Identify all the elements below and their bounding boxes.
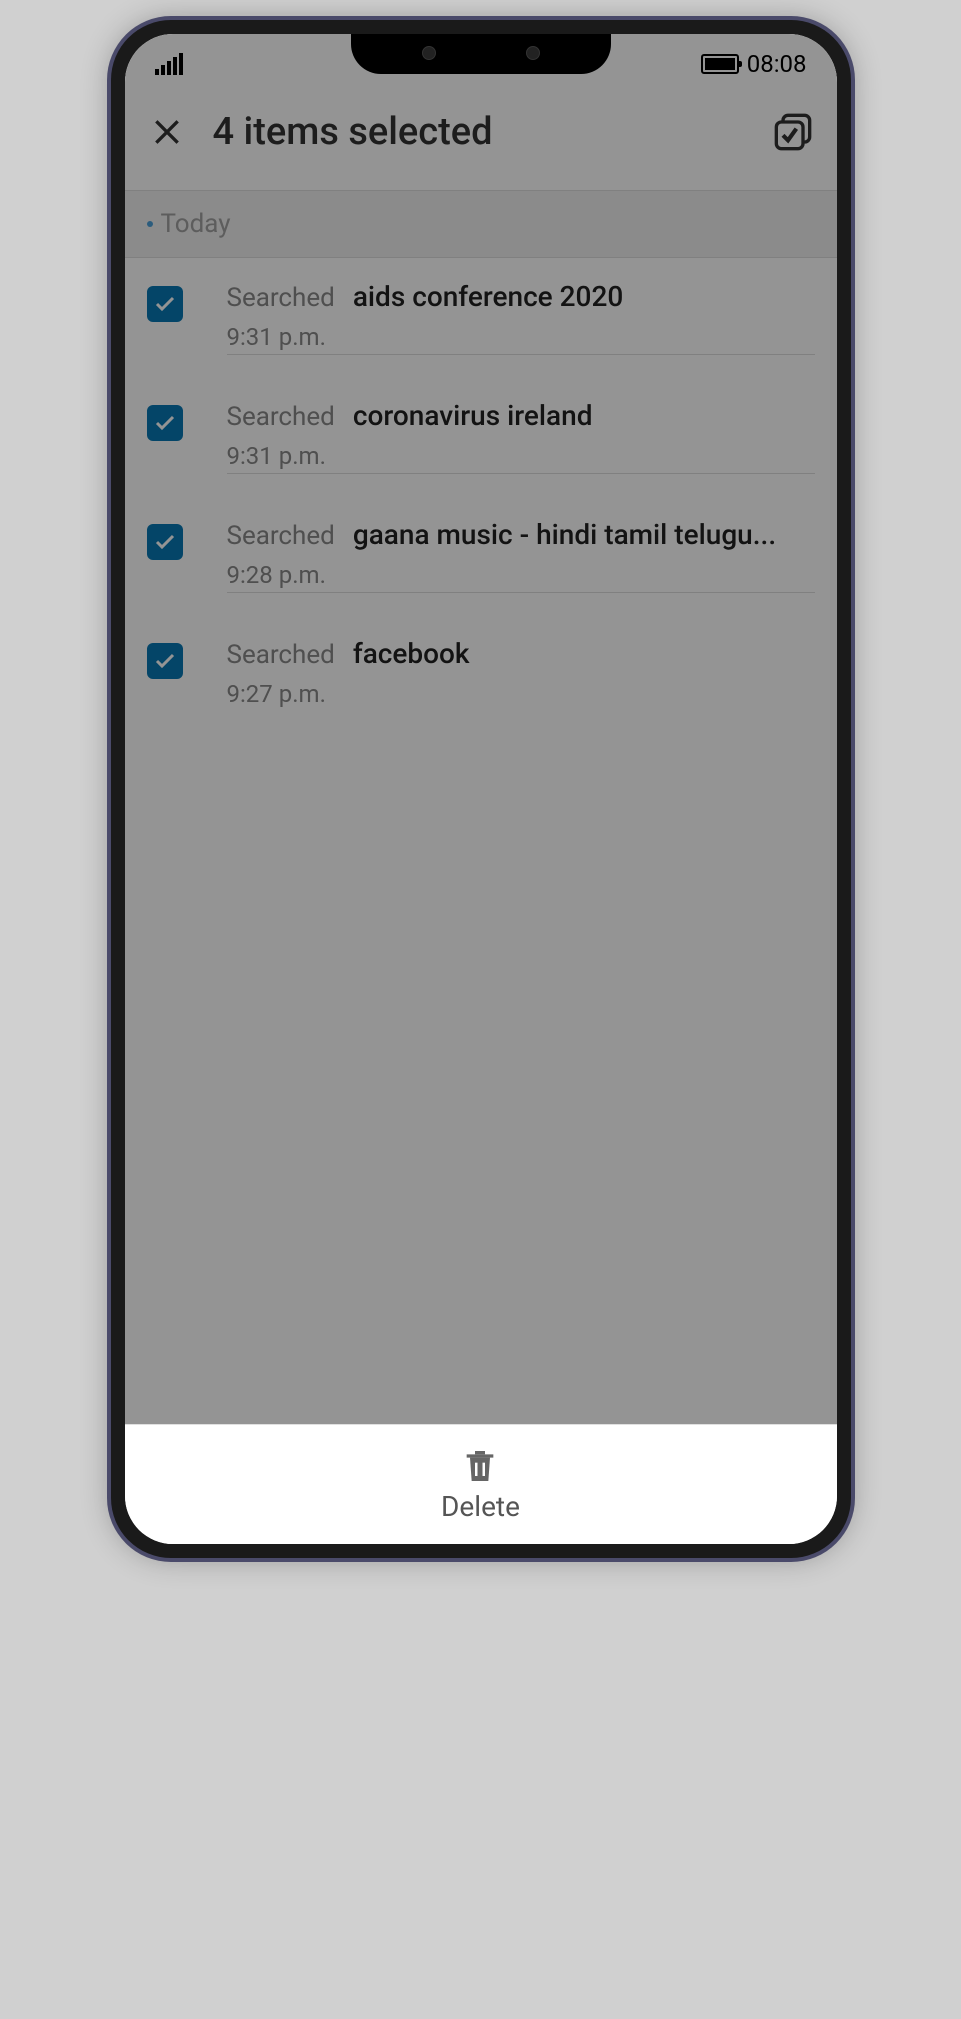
signal-icon xyxy=(155,53,183,75)
delete-button[interactable]: Delete xyxy=(441,1446,520,1523)
item-time: 9:31 p.m. xyxy=(227,323,815,351)
item-query: aids conference 2020 xyxy=(353,280,815,313)
close-icon[interactable] xyxy=(149,114,185,150)
checkbox[interactable] xyxy=(147,286,183,322)
item-query: facebook xyxy=(353,637,815,670)
item-time: 9:31 p.m. xyxy=(227,442,815,470)
sensor-dot xyxy=(526,46,540,60)
battery-icon xyxy=(701,54,739,74)
checkbox[interactable] xyxy=(147,524,183,560)
history-list: Searched aids conference 2020 9:31 p.m. … xyxy=(125,258,837,734)
phone-frame: 08:08 4 items selected Today xyxy=(111,20,851,1558)
section-label: Today xyxy=(161,209,231,239)
selection-header: 4 items selected xyxy=(125,86,837,190)
item-query: gaana music - hindi tamil telugu... xyxy=(353,518,815,551)
screen: 08:08 4 items selected Today xyxy=(125,34,837,1544)
item-type: Searched xyxy=(227,402,335,432)
item-time: 9:27 p.m. xyxy=(227,680,815,708)
camera-dot xyxy=(422,46,436,60)
section-dot xyxy=(147,221,153,227)
item-type: Searched xyxy=(227,283,335,313)
item-time: 9:28 p.m. xyxy=(227,561,815,589)
select-all-icon[interactable] xyxy=(773,112,813,152)
delete-label: Delete xyxy=(441,1490,520,1523)
history-item[interactable]: Searched aids conference 2020 9:31 p.m. xyxy=(125,258,837,377)
trash-icon xyxy=(460,1446,500,1486)
notch xyxy=(351,34,611,74)
history-item[interactable]: Searched gaana music - hindi tamil telug… xyxy=(125,496,837,615)
item-type: Searched xyxy=(227,640,335,670)
header-title: 4 items selected xyxy=(213,110,773,154)
item-type: Searched xyxy=(227,521,335,551)
checkbox[interactable] xyxy=(147,405,183,441)
item-query: coronavirus ireland xyxy=(353,399,815,432)
bottom-bar: Delete xyxy=(125,1424,837,1544)
history-item[interactable]: Searched coronavirus ireland 9:31 p.m. xyxy=(125,377,837,496)
status-time: 08:08 xyxy=(747,50,807,78)
section-header: Today xyxy=(125,190,837,258)
history-item[interactable]: Searched facebook 9:27 p.m. xyxy=(125,615,837,734)
checkbox[interactable] xyxy=(147,643,183,679)
status-right: 08:08 xyxy=(701,50,807,78)
